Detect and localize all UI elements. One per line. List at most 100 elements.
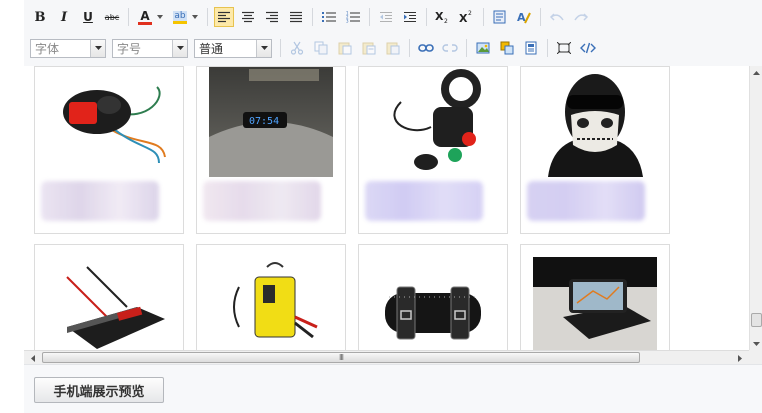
- strikethrough-icon: abc: [104, 12, 120, 22]
- background-color-swatch: [173, 20, 187, 24]
- paragraph-format-value: 普通: [199, 41, 224, 56]
- toolbar-separator: [312, 8, 313, 26]
- numbered-list-button[interactable]: 123: [343, 7, 363, 27]
- undo-icon: [550, 13, 564, 21]
- copy-icon: [314, 41, 328, 55]
- handlebar-switch-image: [47, 67, 171, 177]
- font-color-icon: A: [140, 8, 150, 23]
- font-color-swatch: [138, 21, 152, 25]
- paste-word-button[interactable]: [383, 38, 403, 58]
- bulleted-list-button[interactable]: [319, 7, 339, 27]
- font-size-select[interactable]: 字号: [112, 38, 188, 58]
- vertical-scroll-thumb[interactable]: [751, 313, 762, 327]
- align-right-icon: [266, 11, 278, 23]
- product-card-handlebar-switch[interactable]: [34, 66, 184, 234]
- subscript-button[interactable]: X2: [433, 7, 453, 27]
- superscript-button[interactable]: X2: [457, 7, 477, 27]
- editor-toolbar: B I U abc A ab 1 2 3 X 2 X 2 A 字体 字号 普通: [24, 0, 762, 67]
- paste-plain-button[interactable]: [490, 7, 510, 27]
- horizontal-scrollbar[interactable]: III: [24, 350, 749, 365]
- format-painter-icon: A: [517, 11, 531, 24]
- toolbar-separator: [369, 8, 370, 26]
- toolbar-separator: [280, 39, 281, 57]
- unlink-button[interactable]: [440, 38, 460, 58]
- align-center-button[interactable]: [238, 7, 258, 27]
- italic-icon: I: [60, 9, 68, 25]
- scroll-right-arrow-icon[interactable]: [733, 351, 747, 365]
- indent-icon: [404, 12, 416, 22]
- product-card-power-inverter[interactable]: [34, 244, 184, 350]
- mobile-preview-button[interactable]: 手机端展示预览: [34, 377, 164, 403]
- font-color-dropdown[interactable]: [156, 15, 164, 19]
- undo-button[interactable]: [547, 7, 567, 27]
- image-icon: [476, 42, 490, 54]
- indent-button[interactable]: [400, 7, 420, 27]
- paste-text-icon: [362, 42, 376, 55]
- insert-multi-image-button[interactable]: [497, 38, 517, 58]
- paste-button[interactable]: [335, 38, 355, 58]
- editor-content-area[interactable]: 07:54: [24, 66, 749, 350]
- svg-text:3: 3: [346, 19, 349, 24]
- strikethrough-button[interactable]: abc: [102, 7, 122, 27]
- align-right-button[interactable]: [262, 7, 282, 27]
- bold-button[interactable]: B: [30, 7, 50, 27]
- font-color-button[interactable]: A: [135, 7, 155, 27]
- scroll-left-arrow-icon[interactable]: [26, 351, 40, 365]
- product-card-skull-mask[interactable]: [520, 66, 670, 234]
- copy-button[interactable]: [311, 38, 331, 58]
- superscript-icon: X2: [459, 10, 472, 24]
- toolbar-separator: [540, 8, 541, 26]
- toolbar-separator: [466, 39, 467, 57]
- toolbar-row-formatting: B I U abc A ab 1 2 3 X 2 X 2 A: [30, 5, 595, 29]
- insert-image-button[interactable]: [473, 38, 493, 58]
- product-card-phone-mount[interactable]: [520, 244, 670, 350]
- fullscreen-button[interactable]: [554, 38, 574, 58]
- skull-mask-image: [533, 67, 657, 177]
- scroll-down-arrow-icon[interactable]: [750, 337, 762, 350]
- font-family-select[interactable]: 字体: [30, 38, 106, 58]
- blurred-product-title: [203, 181, 321, 221]
- product-card-battery-charger[interactable]: [196, 244, 346, 350]
- power-inverter-image: [47, 257, 171, 350]
- bold-icon: B: [34, 9, 46, 25]
- background-color-dropdown[interactable]: [191, 15, 199, 19]
- align-justify-icon: [290, 11, 302, 23]
- scrollbar-corner: [749, 350, 762, 364]
- format-painter-button[interactable]: A: [514, 7, 534, 27]
- toolbar-separator: [426, 8, 427, 26]
- horizontal-scroll-thumb[interactable]: III: [42, 352, 640, 363]
- italic-button[interactable]: I: [54, 7, 74, 27]
- scroll-up-arrow-icon[interactable]: [750, 66, 762, 79]
- numbered-list-icon: 123: [346, 11, 360, 23]
- blurred-product-title: [365, 181, 483, 221]
- insert-template-button[interactable]: [521, 38, 541, 58]
- background-color-button[interactable]: ab: [170, 7, 190, 27]
- paste-text-button[interactable]: [359, 38, 379, 58]
- product-card-throttle-switch[interactable]: [358, 66, 508, 234]
- product-card-dashboard-clock[interactable]: 07:54: [196, 66, 346, 234]
- link-icon: [418, 44, 434, 52]
- paragraph-format-select[interactable]: 普通: [194, 38, 272, 58]
- font-size-value: 字号: [117, 41, 142, 56]
- font-family-value: 字体: [35, 41, 60, 56]
- chevron-down-icon: [90, 39, 105, 57]
- chevron-down-icon: [256, 39, 271, 57]
- svg-text:X: X: [435, 10, 444, 23]
- dashboard-clock-image: 07:54: [209, 67, 333, 177]
- align-left-button[interactable]: [214, 7, 234, 27]
- underline-icon: U: [83, 10, 93, 24]
- toolbar-row-insert: 字体 字号 普通: [30, 36, 602, 60]
- product-card-leather-tool-bag[interactable]: [358, 244, 508, 350]
- source-code-button[interactable]: [578, 38, 598, 58]
- insert-link-button[interactable]: [416, 38, 436, 58]
- rich-text-editor: B I U abc A ab 1 2 3 X 2 X 2 A 字体 字号 普通 …: [24, 0, 762, 413]
- vertical-scrollbar[interactable]: [749, 66, 762, 350]
- blurred-product-title: [41, 181, 159, 221]
- redo-button[interactable]: [571, 7, 591, 27]
- cut-button[interactable]: [287, 38, 307, 58]
- chevron-down-icon: [172, 39, 187, 57]
- svg-text:2: 2: [444, 18, 448, 24]
- align-justify-button[interactable]: [286, 7, 306, 27]
- underline-button[interactable]: U: [78, 7, 98, 27]
- outdent-button[interactable]: [376, 7, 396, 27]
